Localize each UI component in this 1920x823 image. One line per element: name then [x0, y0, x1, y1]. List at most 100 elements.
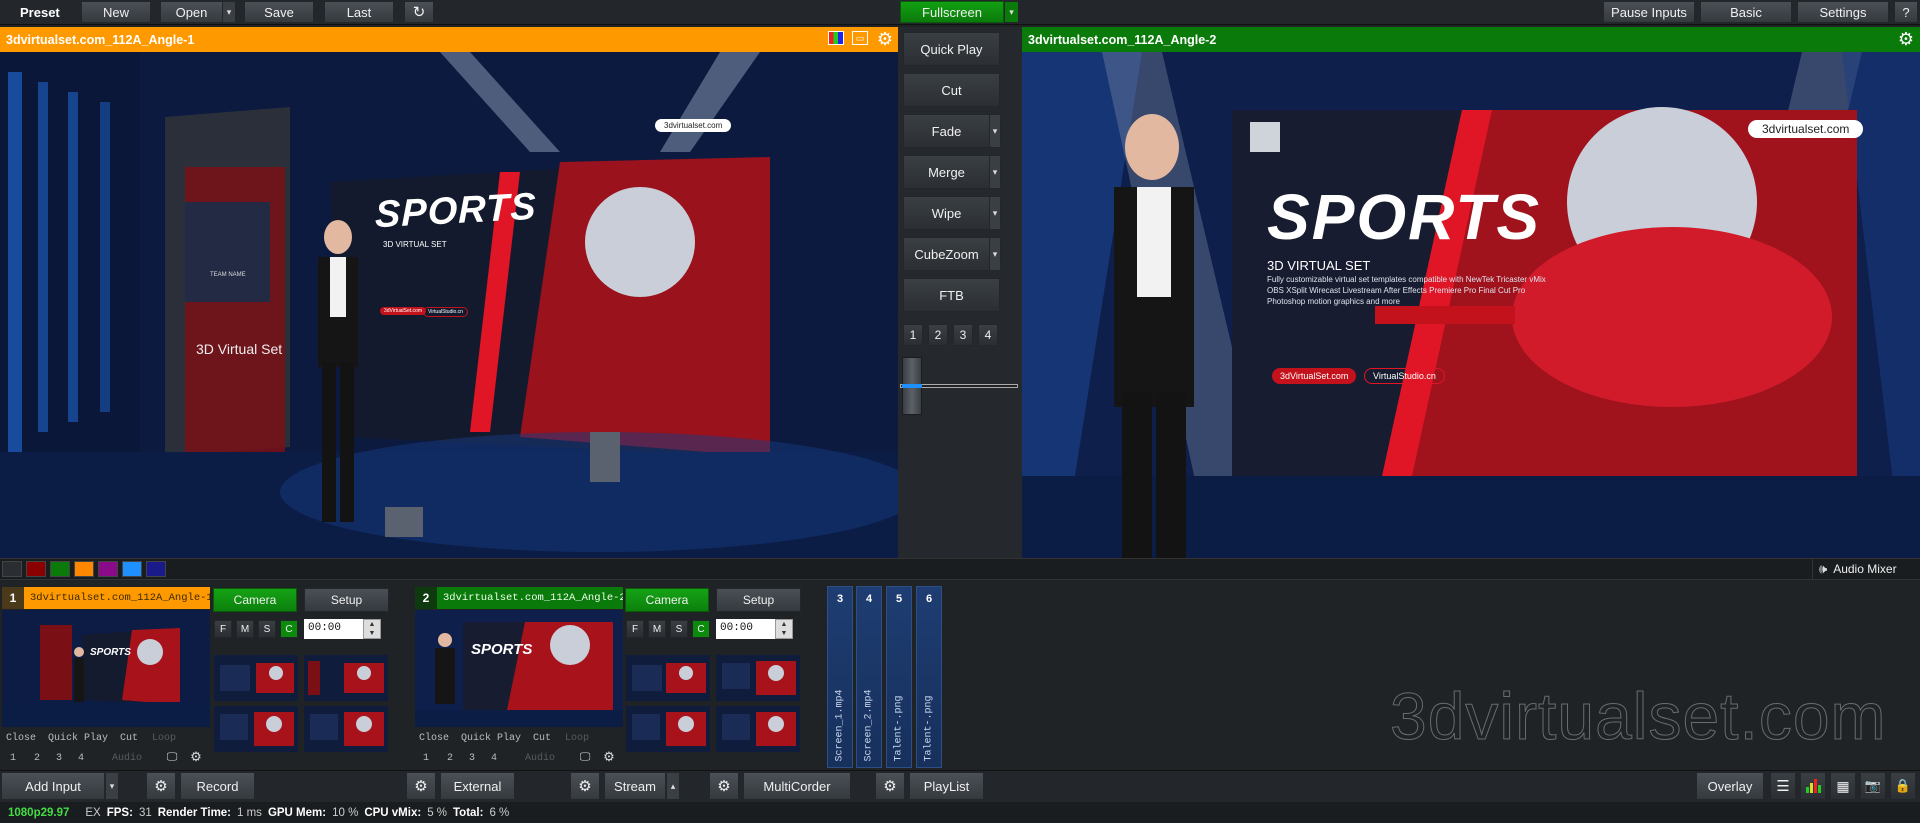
fullscreen-button[interactable]: Fullscreen: [900, 1, 1004, 23]
input-1-c-button[interactable]: C: [280, 620, 298, 638]
input-1-layer-3[interactable]: [214, 706, 298, 752]
input-2-loop[interactable]: Loop: [565, 733, 589, 744]
input-1-audio[interactable]: Audio: [112, 753, 142, 764]
input-1-overlay-2[interactable]: 2: [34, 753, 40, 764]
input-1-time-spinner[interactable]: ▲ ▼: [363, 619, 381, 639]
snapshot-button[interactable]: 📷: [1860, 772, 1886, 800]
open-dropdown-caret[interactable]: ▾: [222, 1, 236, 23]
cut-button[interactable]: Cut: [903, 73, 1000, 107]
input-3-tile[interactable]: 3 Screen_1.mp4: [827, 586, 853, 768]
open-button[interactable]: Open: [160, 1, 223, 23]
input-1-setup-button[interactable]: Setup: [304, 588, 389, 612]
transition-1-button[interactable]: 1: [903, 324, 923, 346]
input-2-overlay-4[interactable]: 4: [491, 753, 497, 764]
fullscreen-dropdown-caret[interactable]: ▾: [1004, 1, 1019, 23]
input-2-time-field[interactable]: 00:00: [716, 619, 776, 639]
input-1-gear-icon[interactable]: ⚙: [188, 749, 204, 765]
save-button[interactable]: Save: [244, 1, 314, 23]
input-2-layer-4[interactable]: [716, 706, 800, 752]
input-2-layer-3[interactable]: [626, 706, 710, 752]
input-2-overlay-3[interactable]: 3: [469, 753, 475, 764]
input-1-overlay-1[interactable]: 1: [10, 753, 16, 764]
basic-button[interactable]: Basic: [1700, 1, 1792, 23]
input-1-overlay-3[interactable]: 3: [56, 753, 62, 764]
transition-3-button[interactable]: 3: [953, 324, 973, 346]
input-1-cut[interactable]: Cut: [120, 733, 138, 744]
input-2-time-spinner[interactable]: ▲ ▼: [775, 619, 793, 639]
input-2-layer-2[interactable]: [716, 655, 800, 701]
new-button[interactable]: New: [81, 1, 151, 23]
input-1-layer-1[interactable]: [214, 655, 298, 701]
input-2-s-button[interactable]: S: [670, 620, 688, 638]
swatch-green[interactable]: [50, 561, 70, 577]
multicorder-settings-gear[interactable]: ⚙: [709, 772, 739, 800]
quick-play-button[interactable]: Quick Play: [903, 32, 1000, 66]
input-1-m-button[interactable]: M: [236, 620, 254, 638]
input-2-layer-1[interactable]: [626, 655, 710, 701]
input-1-thumbnail[interactable]: SPORTS: [2, 610, 210, 727]
swatch-blue[interactable]: [122, 561, 142, 577]
external-button[interactable]: External: [440, 772, 515, 800]
cubezoom-button[interactable]: CubeZoom: [903, 237, 990, 271]
swatch-navy[interactable]: [146, 561, 166, 577]
stream-settings-gear[interactable]: ⚙: [570, 772, 600, 800]
swatch-orange[interactable]: [74, 561, 94, 577]
add-input-button[interactable]: Add Input: [1, 772, 105, 800]
audio-meters-button[interactable]: [1800, 772, 1826, 800]
input-2-title[interactable]: 3dvirtualset.com_112A_Angle-2: [437, 587, 623, 609]
merge-dropdown-caret[interactable]: ▾: [989, 155, 1001, 189]
stream-button[interactable]: Stream: [604, 772, 666, 800]
external-settings-gear[interactable]: ⚙: [406, 772, 436, 800]
input-2-gear-icon[interactable]: ⚙: [601, 749, 617, 765]
record-settings-gear[interactable]: ⚙: [146, 772, 176, 800]
input-2-overlay-1[interactable]: 1: [423, 753, 429, 764]
input-1-monitor-icon[interactable]: 🖵: [164, 750, 180, 764]
merge-button[interactable]: Merge: [903, 155, 990, 189]
add-input-dropdown-caret[interactable]: ▾: [105, 772, 119, 800]
playlist-settings-gear[interactable]: ⚙: [875, 772, 905, 800]
input-2-audio[interactable]: Audio: [525, 753, 555, 764]
input-5-tile[interactable]: 5 Talent-.png: [886, 586, 912, 768]
swatch-purple[interactable]: [98, 561, 118, 577]
input-4-tile[interactable]: 4 Screen_2.mp4: [856, 586, 882, 768]
input-1-f-button[interactable]: F: [214, 620, 232, 638]
playlist-button[interactable]: PlayList: [909, 772, 984, 800]
swatch-empty[interactable]: [2, 561, 22, 577]
cubezoom-dropdown-caret[interactable]: ▾: [989, 237, 1001, 271]
help-button[interactable]: ?: [1894, 1, 1918, 23]
ftb-button[interactable]: FTB: [903, 278, 1000, 312]
input-2-quick-play[interactable]: Quick Play: [461, 733, 521, 744]
fade-dropdown-caret[interactable]: ▾: [989, 114, 1001, 148]
input-2-f-button[interactable]: F: [626, 620, 644, 638]
transition-4-button[interactable]: 4: [978, 324, 998, 346]
input-1-camera-button[interactable]: Camera: [213, 588, 297, 612]
undo-button[interactable]: ↻: [404, 1, 434, 23]
list-view-button[interactable]: ☰: [1770, 772, 1796, 800]
input-2-camera-button[interactable]: Camera: [625, 588, 709, 612]
input-6-tile[interactable]: 6 Talent-.png: [916, 586, 942, 768]
input-1-s-button[interactable]: S: [258, 620, 276, 638]
input-1-quick-play[interactable]: Quick Play: [48, 733, 108, 744]
multicorder-button[interactable]: MultiCorder: [743, 772, 851, 800]
record-button[interactable]: Record: [180, 772, 255, 800]
wipe-button[interactable]: Wipe: [903, 196, 990, 230]
settings-button[interactable]: Settings: [1797, 1, 1889, 23]
multiview-button[interactable]: ▦: [1830, 772, 1856, 800]
fade-button[interactable]: Fade: [903, 114, 990, 148]
audio-mixer-toggle[interactable]: 🕪 Audio Mixer: [1812, 559, 1918, 579]
last-button[interactable]: Last: [324, 1, 394, 23]
input-2-overlay-2[interactable]: 2: [447, 753, 453, 764]
lock-button[interactable]: 🔒: [1890, 772, 1916, 800]
input-1-title[interactable]: 3dvirtualset.com_112A_Angle-1: [24, 587, 210, 609]
color-bars-icon[interactable]: [828, 31, 844, 45]
input-2-monitor-icon[interactable]: 🖵: [577, 750, 593, 764]
preview-gear-icon[interactable]: ⚙: [874, 28, 896, 50]
screen-icon[interactable]: ▭: [852, 31, 868, 45]
swatch-red[interactable]: [26, 561, 46, 577]
input-2-thumbnail[interactable]: SPORTS: [415, 610, 623, 727]
output-gear-icon[interactable]: ⚙: [1895, 28, 1917, 50]
transition-2-button[interactable]: 2: [928, 324, 948, 346]
input-1-time-field[interactable]: 00:00: [304, 619, 364, 639]
input-2-cut[interactable]: Cut: [533, 733, 551, 744]
input-1-close[interactable]: Close: [6, 733, 36, 744]
